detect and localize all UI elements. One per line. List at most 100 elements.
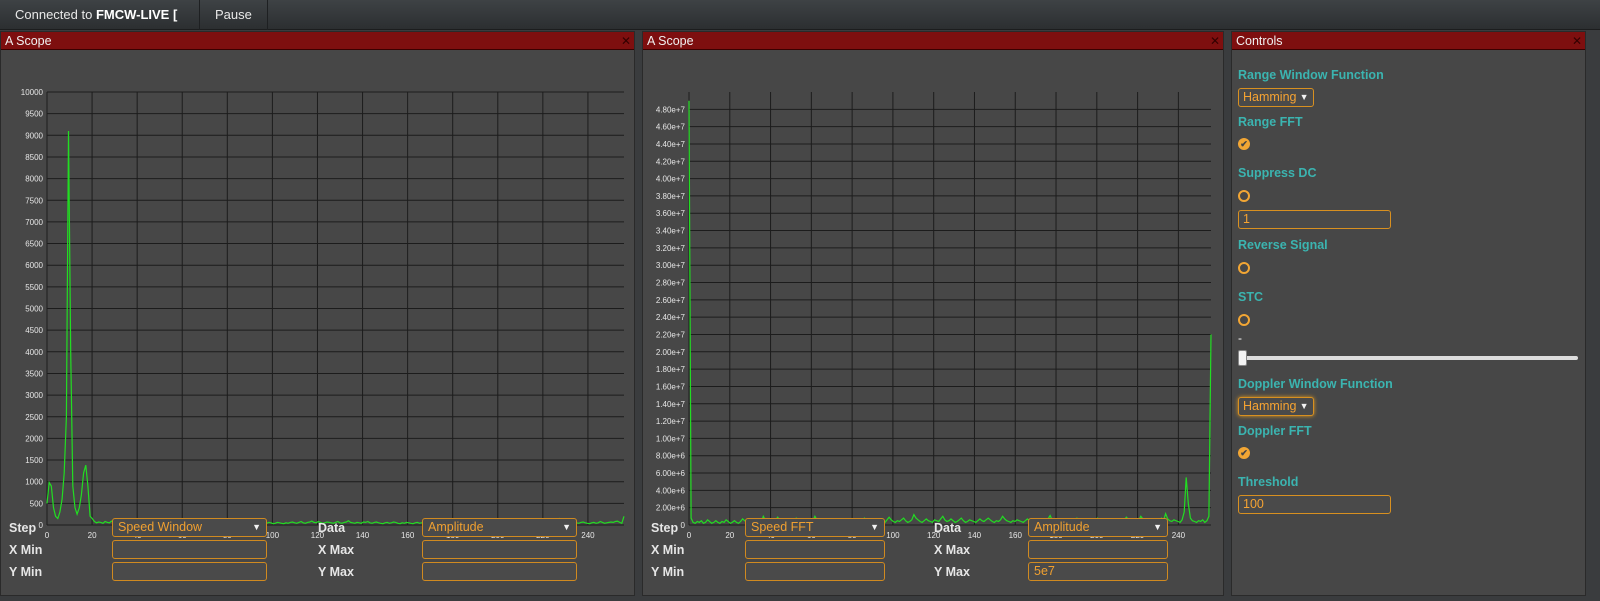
xmax-input[interactable] <box>1028 540 1168 559</box>
y-tick-label: 8000 <box>25 175 43 184</box>
threshold-input[interactable]: 100 <box>1238 495 1391 514</box>
step-select[interactable]: Speed Window ▼ <box>112 518 267 537</box>
y-tick-label: 2.40e+7 <box>656 313 686 322</box>
pause-button[interactable]: Pause <box>200 0 268 30</box>
ymax-input[interactable]: 5e7 <box>1028 562 1168 581</box>
chevron-down-icon: ▼ <box>252 522 261 532</box>
close-icon[interactable]: ✕ <box>1210 32 1220 50</box>
range-fft-label: Range FFT <box>1238 115 1303 129</box>
doppler-fft-label: Doppler FFT <box>1238 424 1312 438</box>
range-window-label: Range Window Function <box>1238 68 1384 82</box>
stc-checkbox[interactable] <box>1238 314 1250 326</box>
a-scope-chart-2: 02.00e+64.00e+66.00e+68.00e+61.00e+71.20… <box>656 92 1212 540</box>
range-window-select[interactable]: Hamming ▼ <box>1238 88 1314 107</box>
data-label: Data <box>318 521 346 535</box>
y-tick-label: 7000 <box>25 218 43 227</box>
ymax-input[interactable] <box>422 562 577 581</box>
top-bar: Connected to FMCW-LIVE [ 1 ] Pause <box>0 0 1600 52</box>
xmax-label: X Max <box>318 543 355 557</box>
threshold-label: Threshold <box>1238 475 1299 489</box>
y-tick-label: 500 <box>30 499 44 508</box>
suppress-dc-checkbox[interactable] <box>1238 190 1250 202</box>
y-tick-label: 10000 <box>21 88 44 97</box>
y-tick-label: 3500 <box>25 369 43 378</box>
range-fft-checkbox[interactable]: ✔ <box>1238 138 1250 150</box>
stc-slider-track[interactable] <box>1242 356 1578 360</box>
ymin-row: Y Min Y Max 5e7 <box>643 562 1223 582</box>
y-tick-label: 2.00e+7 <box>656 348 686 357</box>
panel-title-bar: A Scope ✕ <box>1 32 634 50</box>
y-tick-label: 4.80e+7 <box>656 105 686 114</box>
y-tick-label: 2500 <box>25 413 43 422</box>
stc-slider-handle[interactable] <box>1238 350 1247 366</box>
xmin-input[interactable] <box>112 540 267 559</box>
ymin-input[interactable] <box>112 562 267 581</box>
doppler-fft-checkbox[interactable]: ✔ <box>1238 447 1250 459</box>
y-tick-label: 4.20e+7 <box>656 157 686 166</box>
checkmark-icon: ✔ <box>1240 139 1248 149</box>
close-icon[interactable]: ✕ <box>621 32 631 50</box>
xmax-input[interactable] <box>422 540 577 559</box>
data-select-value: Amplitude <box>428 520 484 534</box>
xmin-row: X Min X Max <box>643 540 1223 560</box>
y-tick-label: 4.00e+7 <box>656 175 686 184</box>
y-tick-label: 6500 <box>25 240 43 249</box>
step-row: Step Speed FFT ▼ Data Amplitude ▼ <box>643 518 1223 538</box>
data-select-value: Amplitude <box>1034 520 1090 534</box>
y-tick-label: 6000 <box>25 261 43 270</box>
panel-title-bar: A Scope ✕ <box>643 32 1223 50</box>
y-tick-label: 7500 <box>25 196 43 205</box>
chevron-down-icon: ▼ <box>1299 92 1309 102</box>
chevron-down-icon: ▼ <box>1153 522 1162 532</box>
connection-prefix: Connected to <box>15 7 96 22</box>
doppler-window-value: Hamming <box>1243 399 1297 413</box>
y-tick-label: 2.00e+6 <box>656 504 686 513</box>
y-tick-label: 5500 <box>25 283 43 292</box>
ymax-label: Y Max <box>934 565 970 579</box>
close-icon[interactable]: ✕ <box>1572 32 1582 50</box>
chevron-down-icon: ▼ <box>870 522 879 532</box>
data-select[interactable]: Amplitude ▼ <box>422 518 577 537</box>
pause-label: Pause <box>215 7 252 22</box>
y-tick-label: 3.00e+7 <box>656 261 686 270</box>
y-tick-label: 3.40e+7 <box>656 227 686 236</box>
y-tick-label: 5000 <box>25 305 43 314</box>
ymin-label: Y Min <box>651 565 685 579</box>
xmax-label: X Max <box>934 543 971 557</box>
y-tick-label: 9000 <box>25 131 43 140</box>
xmin-input[interactable] <box>745 540 885 559</box>
xmin-label: X Min <box>651 543 685 557</box>
panel-title: A Scope <box>5 34 52 48</box>
y-tick-label: 1500 <box>25 456 43 465</box>
y-tick-label: 1.40e+7 <box>656 400 686 409</box>
y-tick-label: 1.80e+7 <box>656 365 686 374</box>
connection-status: Connected to FMCW-LIVE [ 1 ] <box>0 0 200 52</box>
data-label: Data <box>934 521 962 535</box>
y-tick-label: 3.60e+7 <box>656 209 686 218</box>
step-label: Step <box>651 521 679 535</box>
y-tick-label: 1.00e+7 <box>656 434 686 443</box>
step-select[interactable]: Speed FFT ▼ <box>745 518 885 537</box>
panel-title-bar: Controls ✕ <box>1232 32 1585 50</box>
a-scope-panel-1: A Scope ✕ 0 500 1000 1500 2000 2500 3000 3500 40… <box>0 31 635 596</box>
panel-title: Controls <box>1236 34 1283 48</box>
y-tick-label: 8.00e+6 <box>656 452 686 461</box>
y-tick-label: 2.80e+7 <box>656 279 686 288</box>
checkmark-icon: ✔ <box>1240 448 1248 458</box>
reverse-signal-checkbox[interactable] <box>1238 262 1250 274</box>
suppress-dc-input[interactable]: 1 <box>1238 210 1391 229</box>
plot-area <box>689 92 1211 525</box>
chevron-down-icon: ▼ <box>562 522 571 532</box>
step-select-value: Speed FFT <box>751 520 814 534</box>
doppler-window-label: Doppler Window Function <box>1238 377 1393 391</box>
doppler-window-select[interactable]: Hamming ▼ <box>1238 397 1314 416</box>
y-tick-label: 4500 <box>25 326 43 335</box>
y-tick-label: 6.00e+6 <box>656 469 686 478</box>
step-row: Step Speed Window ▼ Data Amplitude ▼ <box>1 518 634 538</box>
y-tick-label: 4000 <box>25 348 43 357</box>
ymin-input[interactable] <box>745 562 885 581</box>
step-label: Step <box>9 521 37 535</box>
data-select[interactable]: Amplitude ▼ <box>1028 518 1168 537</box>
y-tick-label: 4.00e+6 <box>656 486 686 495</box>
y-tick-label: 2.60e+7 <box>656 296 686 305</box>
